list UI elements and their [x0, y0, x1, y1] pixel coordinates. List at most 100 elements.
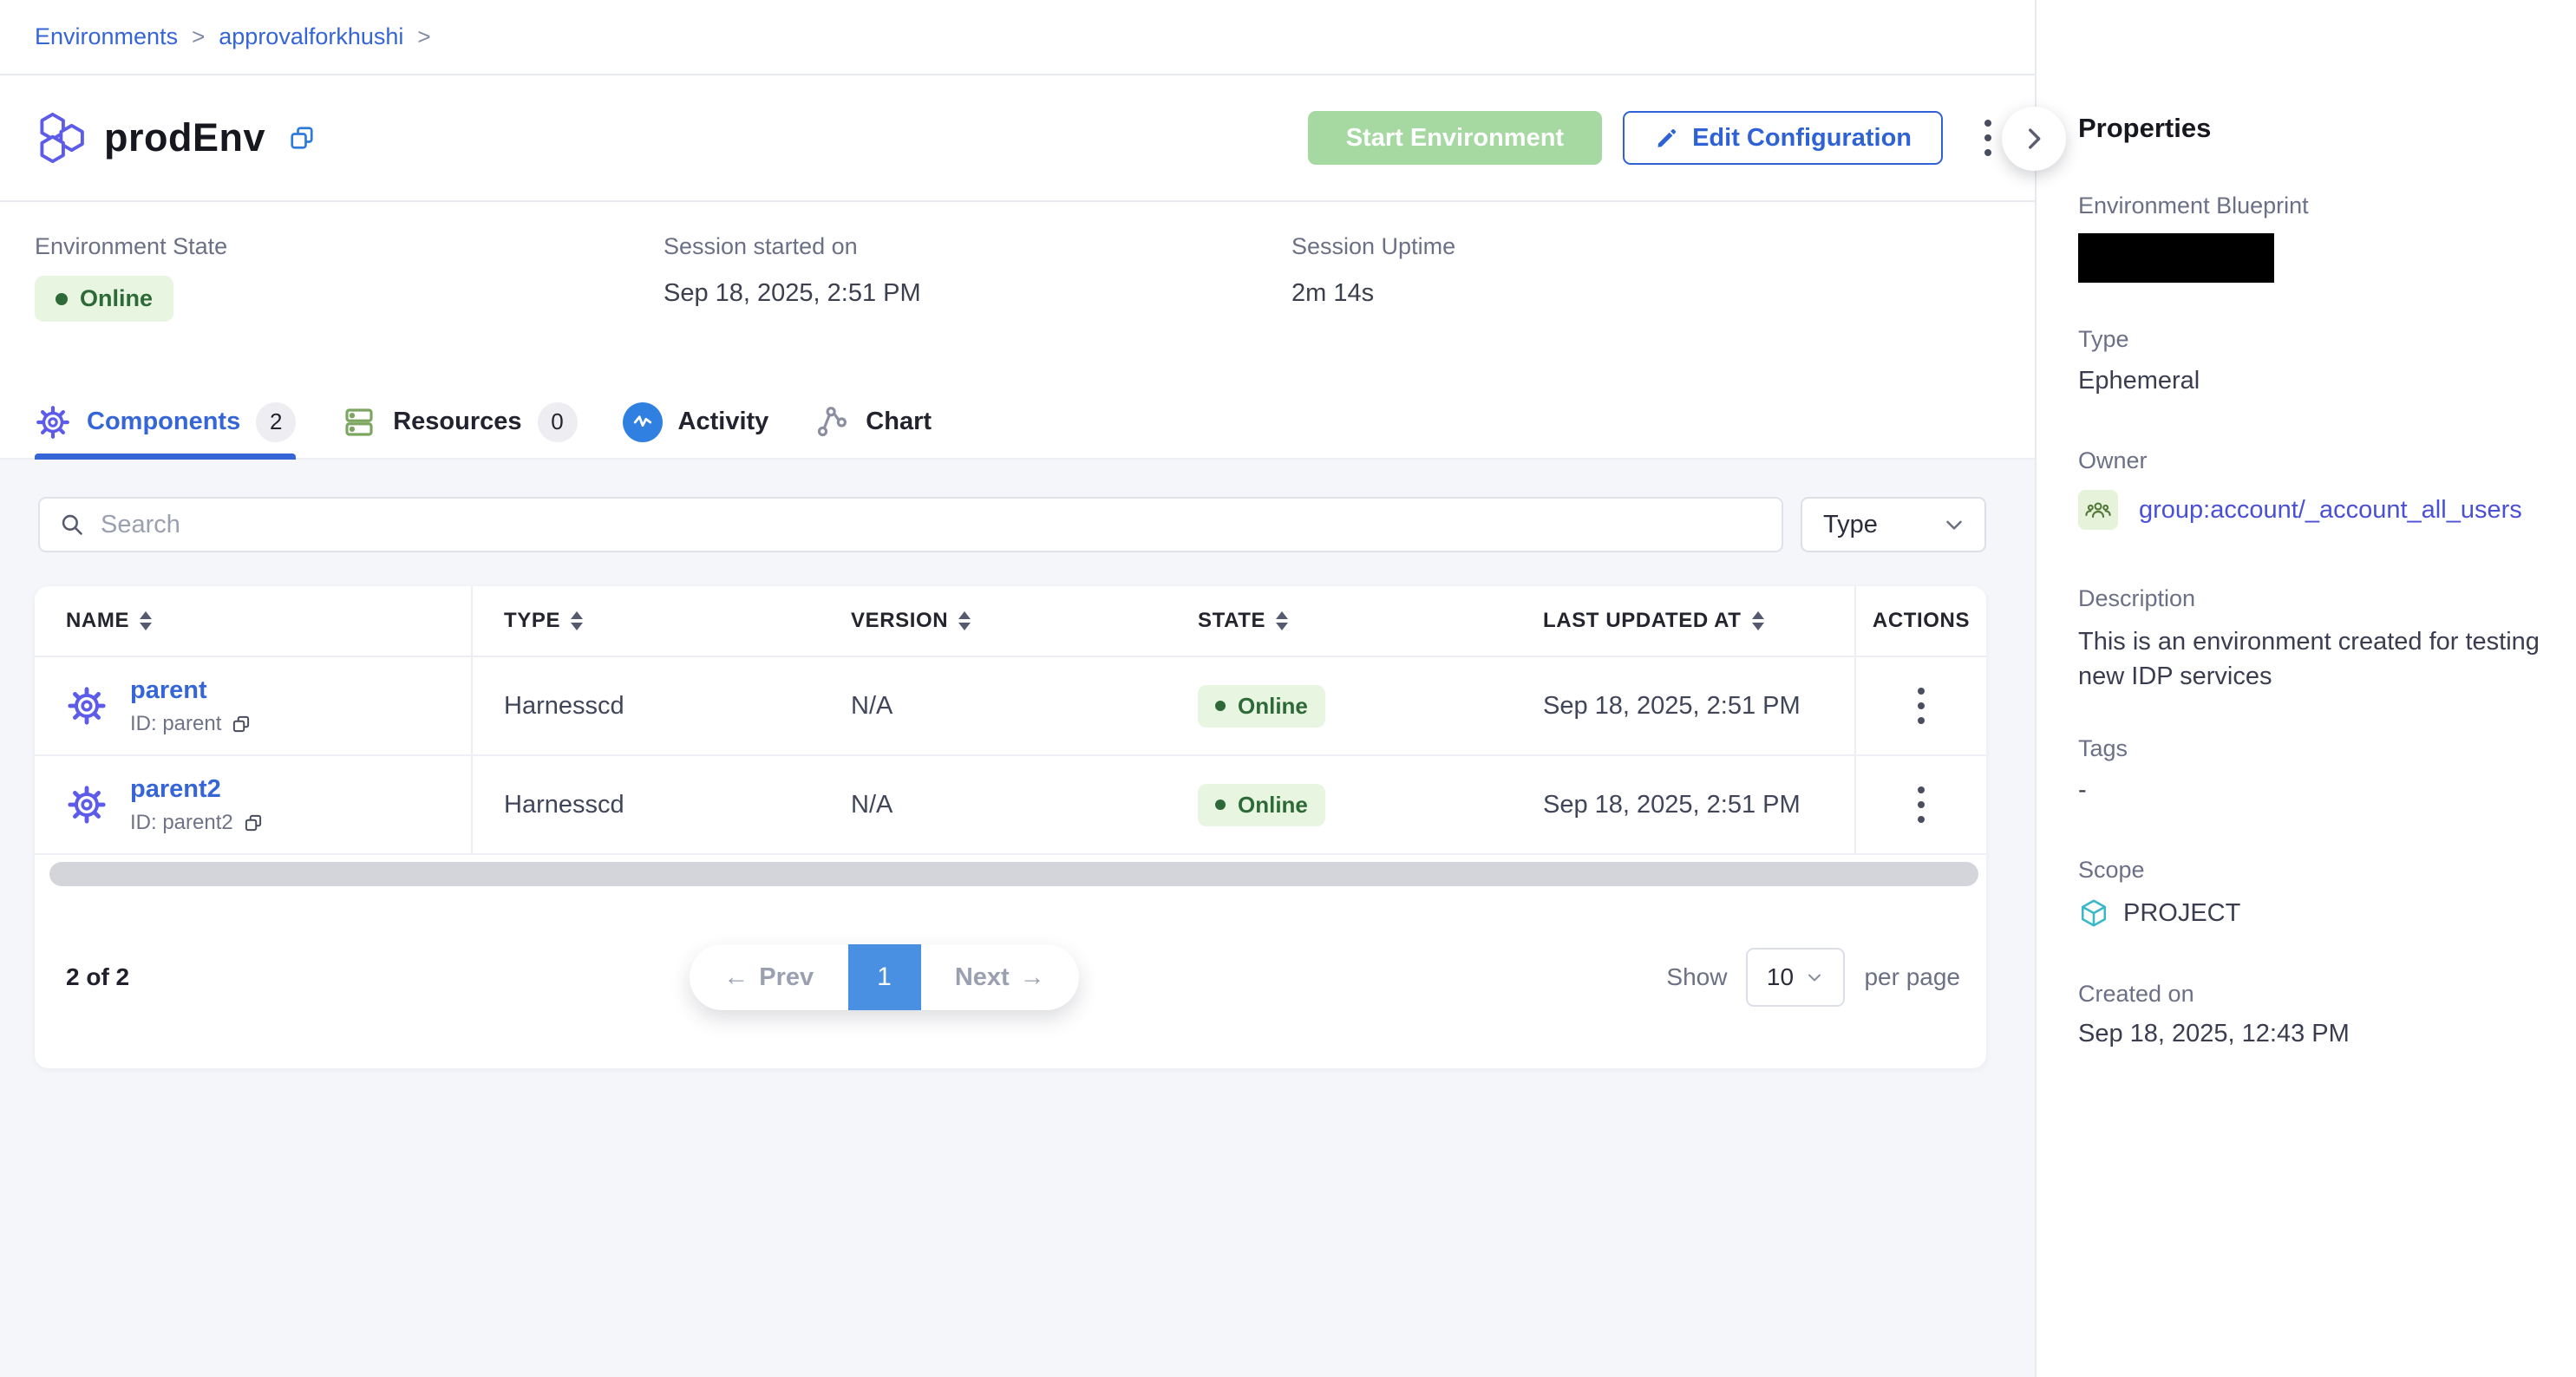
table-row: parent ID: parent Harnesscd N/A — [35, 657, 1986, 756]
cube-icon — [2078, 897, 2109, 929]
properties-title: Properties — [2078, 113, 2541, 144]
tab-components-label: Components — [87, 408, 240, 436]
page-1-button[interactable]: 1 — [848, 944, 921, 1010]
copy-name-icon[interactable] — [286, 122, 317, 153]
group-people-icon — [2078, 490, 2118, 530]
breadcrumb-environments-link[interactable]: Environments — [35, 23, 178, 50]
session-uptime-stat: Session Uptime 2m 14s — [1291, 233, 1455, 308]
stats-strip: Environment State Online Session started… — [0, 202, 2035, 386]
gear-icon — [35, 404, 71, 441]
components-tab-content: Type NAME TYPE VERSION — [0, 460, 2035, 1377]
start-environment-button[interactable]: Start Environment — [1308, 111, 1602, 165]
column-header-type[interactable]: TYPE — [473, 609, 820, 633]
header-more-menu[interactable] — [1976, 111, 2000, 165]
components-table: NAME TYPE VERSION STATE LAST UPDATED AT — [35, 586, 1986, 1068]
breadcrumb-env-name-link[interactable]: approvalforkhushi — [219, 23, 403, 50]
header-actions: Start Environment Edit Configuration — [1308, 111, 2000, 165]
scope-label: Scope — [2078, 857, 2541, 884]
resources-stack-icon — [341, 404, 377, 441]
component-last-updated: Sep 18, 2025, 2:51 PM — [1512, 692, 1854, 721]
component-actions-cell — [1854, 657, 1986, 754]
row-more-menu[interactable] — [1909, 679, 1933, 733]
sort-icon — [1276, 611, 1288, 630]
scope-row: PROJECT — [2078, 897, 2541, 929]
copy-id-icon[interactable] — [242, 812, 265, 834]
tab-activity[interactable]: Activity — [623, 386, 769, 458]
description-label: Description — [2078, 585, 2541, 612]
type-filter-dropdown[interactable]: Type — [1801, 497, 1986, 552]
description-value: This is an environment created for testi… — [2078, 624, 2541, 694]
column-header-state[interactable]: STATE — [1167, 609, 1512, 633]
tags-value: - — [2078, 776, 2541, 805]
type-value: Ephemeral — [2078, 367, 2541, 395]
per-page-label: per page — [1864, 963, 1960, 991]
online-dot-icon — [1215, 701, 1226, 711]
owner-group-link[interactable]: group:account/_account_all_users — [2139, 496, 2522, 525]
prev-page-button[interactable]: ← Prev — [690, 963, 848, 992]
column-header-actions: ACTIONS — [1854, 586, 1986, 656]
environment-state-label: Environment State — [35, 233, 227, 260]
created-on-value: Sep 18, 2025, 12:43 PM — [2078, 1020, 2541, 1048]
component-id: ID: parent — [130, 712, 252, 736]
sort-icon — [571, 611, 583, 630]
created-on-label: Created on — [2078, 981, 2541, 1008]
collapse-panel-button[interactable] — [2002, 107, 2066, 171]
owner-row: group:account/_account_all_users — [2078, 490, 2541, 530]
tab-activity-label: Activity — [678, 408, 769, 436]
tab-components[interactable]: Components 2 — [35, 386, 296, 458]
search-box — [38, 497, 1783, 552]
component-link[interactable]: parent2 — [130, 775, 265, 804]
arrow-right-icon: → — [1020, 963, 1045, 992]
sort-icon — [140, 611, 152, 630]
page-title: prodEnv — [104, 115, 265, 160]
tab-resources[interactable]: Resources 0 — [341, 386, 577, 458]
page-size-dropdown[interactable]: 10 — [1746, 948, 1845, 1007]
component-version: N/A — [820, 692, 1167, 721]
owner-label: Owner — [2078, 447, 2541, 474]
row-more-menu[interactable] — [1909, 778, 1933, 832]
page-size-controls: Show 10 per page — [1666, 948, 1960, 1007]
component-actions-cell — [1854, 756, 1986, 853]
horizontal-scrollbar[interactable] — [49, 862, 1978, 886]
table-row: parent2 ID: parent2 Harnesscd N/A — [35, 756, 1986, 855]
environment-state-stat: Environment State Online — [35, 233, 227, 322]
column-header-last-updated[interactable]: LAST UPDATED AT — [1512, 609, 1854, 633]
tab-resources-label: Resources — [393, 408, 521, 436]
component-type: Harnesscd — [473, 692, 820, 721]
page-header: prodEnv Start Environment Edit Configura… — [0, 75, 2035, 202]
environment-hexagon-icon — [35, 111, 88, 165]
component-last-updated: Sep 18, 2025, 2:51 PM — [1512, 791, 1854, 819]
copy-id-icon[interactable] — [230, 713, 252, 735]
chevron-down-icon — [1804, 967, 1825, 988]
component-link[interactable]: parent — [130, 676, 252, 705]
column-header-name[interactable]: NAME — [35, 586, 473, 656]
table-header-row: NAME TYPE VERSION STATE LAST UPDATED AT — [35, 586, 1986, 657]
type-label: Type — [2078, 326, 2541, 353]
session-started-stat: Session started on Sep 18, 2025, 2:51 PM — [664, 233, 921, 308]
component-name-cell: parent2 ID: parent2 — [35, 756, 473, 853]
online-badge: Online — [1198, 685, 1325, 728]
arrow-left-icon: ← — [723, 963, 749, 992]
session-uptime-value: 2m 14s — [1291, 279, 1455, 308]
show-label: Show — [1666, 963, 1727, 991]
chevron-right-icon — [2019, 124, 2049, 153]
breadcrumb-separator: > — [192, 23, 205, 50]
chart-scatter-icon — [814, 404, 850, 441]
online-badge: Online — [1198, 784, 1325, 826]
sort-icon — [1752, 611, 1764, 630]
session-started-value: Sep 18, 2025, 2:51 PM — [664, 279, 921, 308]
chevron-down-icon — [1941, 512, 1967, 538]
session-started-label: Session started on — [664, 233, 921, 260]
gear-icon — [66, 784, 108, 826]
tab-chart[interactable]: Chart — [814, 386, 932, 458]
activity-pulse-icon — [623, 402, 663, 442]
component-name-cell: parent ID: parent — [35, 657, 473, 754]
column-header-version[interactable]: VERSION — [820, 609, 1167, 633]
tab-chart-label: Chart — [866, 408, 932, 436]
breadcrumb: Environments > approvalforkhushi > — [0, 0, 2035, 75]
environment-details-page: Environments > approvalforkhushi > prodE… — [0, 0, 2576, 1377]
blueprint-label: Environment Blueprint — [2078, 193, 2541, 219]
next-page-button[interactable]: Next → — [921, 963, 1080, 992]
search-input[interactable] — [101, 511, 1764, 539]
edit-configuration-button[interactable]: Edit Configuration — [1623, 111, 1943, 165]
